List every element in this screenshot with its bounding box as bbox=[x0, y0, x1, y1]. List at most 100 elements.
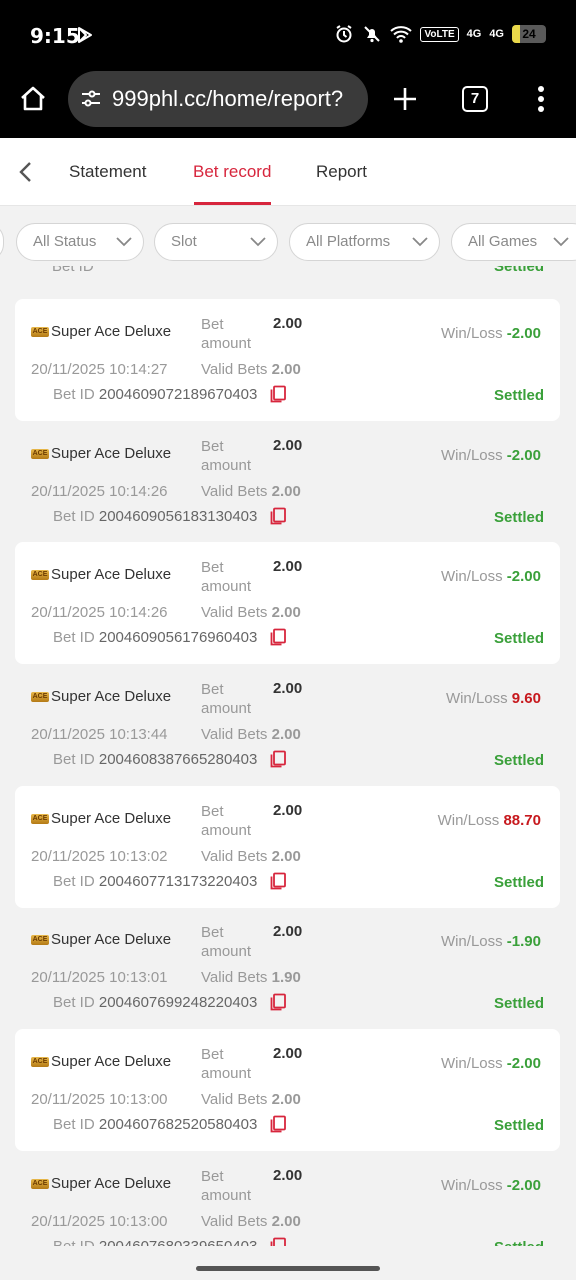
bet-id-value: 2004609072189670403 bbox=[98, 386, 258, 403]
alarm-icon bbox=[336, 25, 352, 43]
game-title: Super Ace Deluxe bbox=[51, 688, 172, 705]
tab-bet-record[interactable]: Bet record bbox=[193, 162, 271, 182]
bet-amount-value: 2.00 bbox=[273, 437, 303, 454]
filter-category[interactable]: Slot bbox=[154, 223, 278, 261]
bet-record-card[interactable]: ACE Super Ace Deluxe Bet amount 2.00 Win/Los… bbox=[15, 664, 560, 786]
more-options-icon[interactable] bbox=[536, 84, 546, 114]
bet-record-card[interactable]: ACE Super Ace Deluxe Bet amount 2.00 Win/Los… bbox=[15, 907, 560, 1029]
game-logo-icon: ACE bbox=[31, 934, 49, 945]
copy-icon[interactable] bbox=[269, 872, 287, 890]
game-title: Super Ace Deluxe bbox=[51, 810, 172, 827]
valid-bets-label: Valid Bets bbox=[201, 969, 268, 986]
bet-amount-value: 2.00 bbox=[273, 680, 303, 697]
status-badge: Settled bbox=[493, 387, 544, 404]
bet-id: Bet ID 2004607699248220403 bbox=[53, 994, 257, 1011]
win-loss: Win/Loss 88.70 bbox=[438, 812, 541, 829]
chevron-down-icon bbox=[250, 237, 266, 247]
bet-id-label: Bet ID bbox=[53, 873, 95, 890]
bet-record-card[interactable]: ACE Super Ace Deluxe Bet amount 2.00 Win/Los… bbox=[15, 421, 560, 543]
home-icon[interactable] bbox=[18, 84, 48, 114]
copy-icon[interactable] bbox=[269, 993, 287, 1011]
bet-record-card[interactable]: ACE Super Ace Deluxe Bet amount 2.00 Win/Los… bbox=[15, 786, 560, 908]
valid-bets: Valid Bets 2.00 bbox=[201, 1091, 301, 1108]
filter-date[interactable] bbox=[0, 223, 4, 261]
valid-bets: Valid Bets 2.00 bbox=[201, 483, 301, 500]
filter-status-label: All Status bbox=[33, 233, 97, 250]
volte-badge: VoLTE bbox=[420, 26, 459, 42]
bet-record-card[interactable]: ACE Super Ace Deluxe Bet amount 2.00 Win/Los… bbox=[15, 299, 560, 421]
win-loss: Win/Loss -2.00 bbox=[441, 568, 541, 585]
game-name: ACE Super Ace Deluxe bbox=[31, 688, 171, 705]
win-loss-value: -2.00 bbox=[506, 568, 541, 585]
valid-bets: Valid Bets 2.00 bbox=[201, 604, 301, 621]
valid-bets: Valid Bets 2.00 bbox=[201, 726, 301, 743]
copy-icon[interactable] bbox=[269, 1115, 287, 1133]
bet-record-list[interactable]: Bet ID Settled ACE Super Ace Deluxe Bet am… bbox=[0, 266, 576, 1246]
valid-bets: Valid Bets 2.00 bbox=[201, 1213, 301, 1230]
game-logo-icon: ACE bbox=[31, 448, 49, 459]
bet-amount-label: Bet amount bbox=[201, 924, 252, 960]
address-bar[interactable]: 999phl.cc/home/report? bbox=[68, 71, 368, 127]
bet-amount-value: 2.00 bbox=[273, 1167, 303, 1184]
win-loss-label: Win/Loss bbox=[440, 1177, 503, 1194]
filter-games-label: All Games bbox=[468, 233, 538, 250]
bet-amount-label: Bet amount bbox=[201, 1168, 252, 1204]
win-loss-label: Win/Loss bbox=[445, 690, 508, 707]
game-name: ACE Super Ace Deluxe bbox=[31, 1053, 171, 1070]
new-tab-icon[interactable] bbox=[392, 86, 418, 112]
win-loss-label: Win/Loss bbox=[440, 325, 503, 342]
status-icons: VoLTE 4G 4G 24 bbox=[334, 24, 546, 44]
tab-report[interactable]: Report bbox=[316, 162, 367, 182]
bet-amount-label: Bet amount bbox=[201, 316, 252, 352]
copy-icon[interactable] bbox=[269, 750, 287, 768]
valid-bets-value: 2.00 bbox=[271, 604, 301, 621]
bet-datetime: 20/11/2025 10:13:00 bbox=[31, 1091, 168, 1108]
filter-games[interactable]: All Games bbox=[451, 223, 576, 261]
copy-icon[interactable] bbox=[269, 1237, 287, 1246]
bet-id: Bet ID 2004607680339650403 bbox=[53, 1238, 257, 1246]
game-title: Super Ace Deluxe bbox=[51, 323, 172, 340]
game-name: ACE Super Ace Deluxe bbox=[31, 445, 171, 462]
valid-bets-label: Valid Bets bbox=[201, 361, 268, 378]
tab-statement[interactable]: Statement bbox=[69, 162, 147, 182]
game-logo-icon: ACE bbox=[31, 691, 49, 702]
valid-bets-value: 2.00 bbox=[271, 1213, 301, 1230]
win-loss-value: 88.70 bbox=[503, 812, 541, 829]
filter-platform[interactable]: All Platforms bbox=[289, 223, 440, 261]
gesture-home-bar[interactable] bbox=[196, 1266, 380, 1271]
status-badge: Settled bbox=[493, 630, 544, 647]
battery-indicator: 24 bbox=[512, 25, 546, 43]
bet-id-value: 2004608387665280403 bbox=[98, 751, 258, 768]
valid-bets-value: 2.00 bbox=[271, 361, 301, 378]
bet-record-card[interactable]: ACE Super Ace Deluxe Bet amount 2.00 Win/Los… bbox=[15, 542, 560, 664]
bet-record-card[interactable]: ACE Super Ace Deluxe Bet amount 2.00 Win/Los… bbox=[15, 1151, 560, 1246]
win-loss: Win/Loss -2.00 bbox=[441, 1177, 541, 1194]
url-text: 999phl.cc/home/report? bbox=[112, 86, 344, 111]
copy-icon[interactable] bbox=[269, 385, 287, 403]
game-logo-icon: ACE bbox=[31, 569, 49, 580]
status-bar: 9:15 VoLTE 4G 4G 24 bbox=[0, 0, 576, 68]
browser-toolbar: 999phl.cc/home/report? 7 bbox=[0, 68, 576, 138]
bet-record-card[interactable]: ACE Super Ace Deluxe Bet amount 2.00 Win/Los… bbox=[15, 1029, 560, 1151]
win-loss-label: Win/Loss bbox=[440, 447, 503, 464]
win-loss-value: -2.00 bbox=[506, 1177, 541, 1194]
valid-bets: Valid Bets 1.90 bbox=[201, 969, 301, 986]
win-loss: Win/Loss -2.00 bbox=[441, 325, 541, 342]
copy-icon[interactable] bbox=[269, 628, 287, 646]
tab-switcher-button[interactable]: 7 bbox=[462, 86, 488, 112]
copy-icon[interactable] bbox=[269, 507, 287, 525]
win-loss-label: Win/Loss bbox=[440, 568, 503, 585]
filter-status[interactable]: All Status bbox=[16, 223, 144, 261]
bet-id: Bet ID 2004607713173220403 bbox=[53, 873, 257, 890]
bet-amount-value: 2.00 bbox=[273, 315, 303, 332]
valid-bets-label: Valid Bets bbox=[201, 483, 268, 500]
back-arrow-icon[interactable] bbox=[16, 160, 36, 184]
battery-level: 24 bbox=[522, 27, 536, 41]
game-title: Super Ace Deluxe bbox=[51, 566, 172, 583]
bet-datetime: 20/11/2025 10:14:27 bbox=[31, 361, 168, 378]
status-badge: Settled bbox=[493, 874, 544, 891]
site-settings-icon[interactable] bbox=[80, 89, 102, 109]
win-loss-label: Win/Loss bbox=[440, 1055, 503, 1072]
bet-id-label: Bet ID bbox=[53, 1238, 95, 1246]
bet-datetime: 20/11/2025 10:13:44 bbox=[31, 726, 168, 743]
